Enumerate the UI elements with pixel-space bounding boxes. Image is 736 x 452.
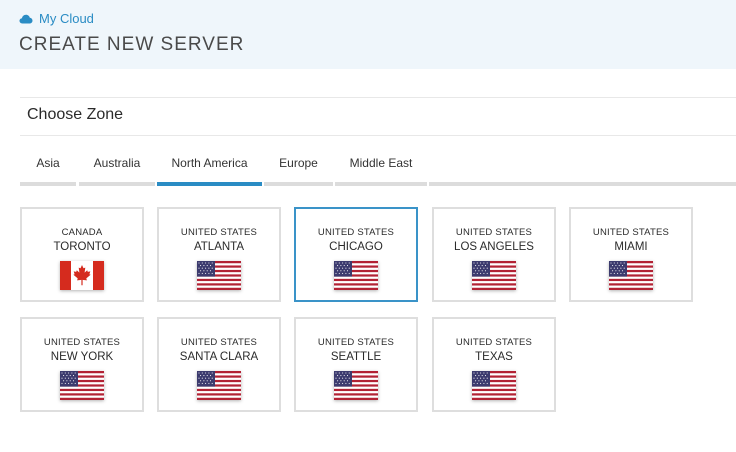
zone-card-texas[interactable]: UNITED STATES TEXAS	[432, 317, 556, 412]
zone-card-atlanta[interactable]: UNITED STATES ATLANTA	[157, 207, 281, 302]
zone-country: UNITED STATES	[592, 227, 670, 238]
zone-card-los-angeles[interactable]: UNITED STATES LOS ANGELES	[432, 207, 556, 302]
us-flag-icon	[472, 261, 516, 290]
tab-filler	[429, 148, 736, 186]
section-title: Choose Zone	[27, 106, 124, 123]
us-flag-icon	[197, 261, 241, 290]
zone-card-santa-clara[interactable]: UNITED STATES SANTA CLARA	[157, 317, 281, 412]
brand[interactable]: My Cloud	[19, 11, 94, 26]
tab-north-america[interactable]: North America	[157, 148, 262, 186]
zone-country: UNITED STATES	[455, 337, 533, 348]
canada-flag-icon	[60, 261, 104, 290]
tab-label: Australia	[93, 156, 141, 170]
zone-country: UNITED STATES	[43, 337, 121, 348]
cloud-icon	[19, 14, 33, 24]
tab-label: Middle East	[349, 156, 413, 170]
tab-indicator	[79, 182, 155, 186]
zone-card-miami[interactable]: UNITED STATES MIAMI	[569, 207, 693, 302]
us-flag-icon	[60, 371, 104, 400]
zone-card-seattle[interactable]: UNITED STATES SEATTLE	[294, 317, 418, 412]
tab-indicator	[157, 182, 262, 186]
tab-middle-east[interactable]: Middle East	[335, 148, 427, 186]
page-title: CREATE NEW SERVER	[19, 34, 245, 55]
tab-label: North America	[171, 156, 248, 170]
zone-city: SANTA CLARA	[179, 351, 259, 363]
zone-card-toronto[interactable]: CANADA TORONTO	[20, 207, 144, 302]
us-flag-icon	[472, 371, 516, 400]
brand-label: My Cloud	[39, 11, 94, 26]
us-flag-icon	[334, 261, 378, 290]
choose-zone-section: Choose Zone	[20, 97, 736, 136]
zone-country: UNITED STATES	[180, 227, 258, 238]
tab-indicator	[264, 182, 333, 186]
tab-indicator	[335, 182, 427, 186]
zone-card-new-york[interactable]: UNITED STATES NEW YORK	[20, 317, 144, 412]
tab-europe[interactable]: Europe	[264, 148, 333, 186]
tab-asia[interactable]: Asia	[20, 148, 76, 186]
page-header: My Cloud CREATE NEW SERVER	[0, 0, 736, 69]
us-flag-icon	[609, 261, 653, 290]
tab-australia[interactable]: Australia	[79, 148, 155, 186]
zone-country: UNITED STATES	[317, 337, 395, 348]
zone-country: UNITED STATES	[317, 227, 395, 238]
zone-country: UNITED STATES	[180, 337, 258, 348]
zone-city: ATLANTA	[193, 241, 245, 253]
tab-indicator	[429, 182, 736, 186]
tab-indicator	[20, 182, 76, 186]
us-flag-icon	[334, 371, 378, 400]
zone-city: TEXAS	[475, 351, 513, 363]
us-flag-icon	[197, 371, 241, 400]
zone-city: SEATTLE	[330, 351, 382, 363]
tab-label: Asia	[36, 156, 60, 170]
zone-country: CANADA	[61, 227, 103, 238]
zone-city: LOS ANGELES	[454, 241, 534, 253]
zone-card-chicago[interactable]: UNITED STATES CHICAGO	[294, 207, 418, 302]
tab-label: Europe	[279, 156, 318, 170]
zone-city: TORONTO	[53, 241, 111, 253]
zone-city: NEW YORK	[50, 351, 114, 363]
region-tabs: Asia Australia North America Europe Midd…	[20, 148, 736, 186]
zone-city: CHICAGO	[329, 241, 383, 253]
zone-country: UNITED STATES	[455, 227, 533, 238]
zone-city: MIAMI	[614, 241, 648, 253]
